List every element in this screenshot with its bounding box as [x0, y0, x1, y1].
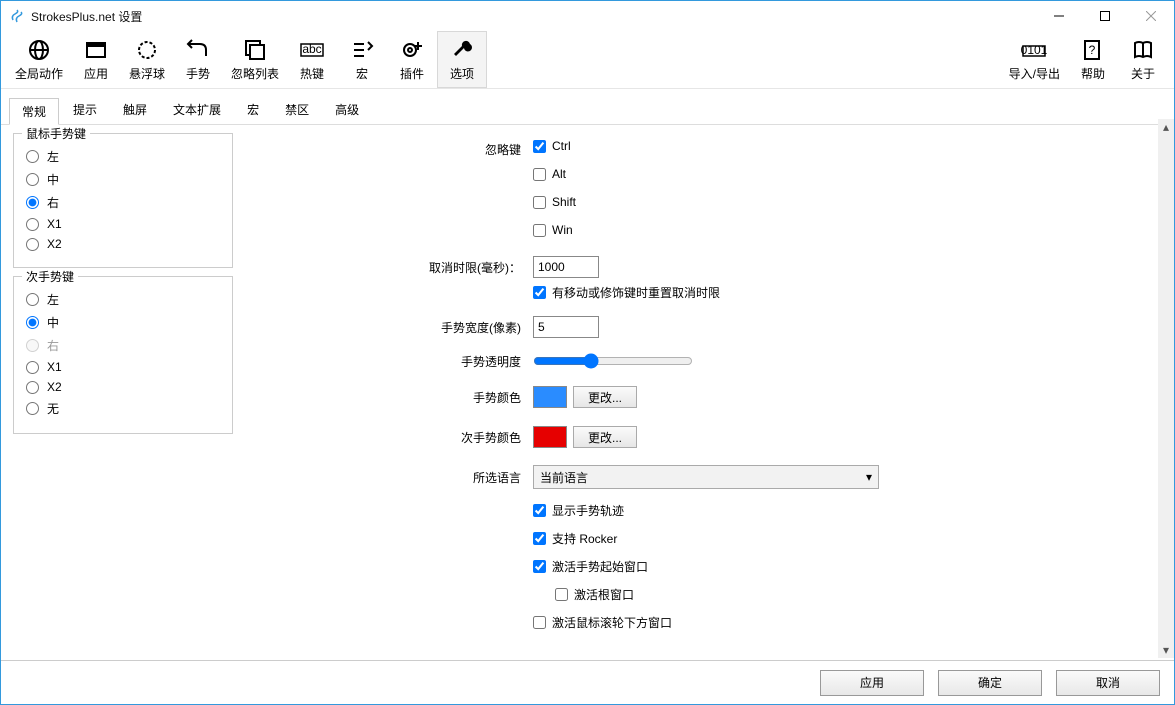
minimize-button[interactable] [1036, 1, 1082, 31]
window-title: StrokesPlus.net 设置 [31, 8, 1036, 25]
toolbar-float[interactable]: 悬浮球 [121, 31, 173, 88]
tab-macro[interactable]: 宏 [235, 97, 271, 124]
tab-general[interactable]: 常规 [9, 98, 59, 125]
primary-x2[interactable]: X2 [26, 237, 220, 251]
cancel-timeout-input[interactable] [533, 256, 599, 278]
tab-forbid[interactable]: 禁区 [273, 97, 321, 124]
toolbar-about[interactable]: 关于 [1118, 31, 1168, 88]
book-icon [1129, 37, 1157, 63]
toolbar-help[interactable]: ?帮助 [1068, 31, 1118, 88]
app-icon [9, 8, 25, 24]
secondary-left[interactable]: 左 [26, 291, 220, 308]
abc-icon: abc [298, 37, 326, 63]
secondary-none[interactable]: 无 [26, 400, 220, 417]
primary-left[interactable]: 左 [26, 148, 220, 165]
apply-button[interactable]: 应用 [820, 670, 924, 696]
change-color2-button[interactable]: 更改... [573, 426, 637, 448]
rocker-check[interactable]: 支持 Rocker [533, 530, 617, 547]
scroll-up-icon[interactable]: ▴ [1158, 119, 1174, 135]
maximize-button[interactable] [1082, 1, 1128, 31]
svg-text:?: ? [1089, 43, 1096, 57]
toolbar-hotkeys[interactable]: abc热键 [287, 31, 337, 88]
toolbar-options[interactable]: 选项 [437, 31, 487, 88]
stack-icon [241, 37, 269, 63]
wrench-icon [448, 37, 476, 63]
alt-check[interactable]: Alt [533, 167, 566, 181]
help-icon: ? [1079, 37, 1107, 63]
primary-right[interactable]: 右 [26, 194, 220, 211]
scrollbar[interactable]: ▴ ▾ [1158, 119, 1174, 658]
io-icon: 0101 [1020, 37, 1048, 63]
gesture-width-input[interactable] [533, 316, 599, 338]
toolbar-apps[interactable]: 应用 [71, 31, 121, 88]
sec-color-label: 次手势颜色 [403, 429, 533, 446]
gesture-width-label: 手势宽度(像素) [403, 319, 533, 336]
window-icon [82, 37, 110, 63]
scroll-down-icon[interactable]: ▾ [1158, 642, 1174, 658]
footer: 应用 确定 取消 [1, 660, 1174, 704]
secondary-middle[interactable]: 中 [26, 314, 220, 331]
svg-text:abc: abc [302, 42, 321, 56]
activate-start-check[interactable]: 激活手势起始窗口 [533, 558, 648, 575]
ctrl-check[interactable]: Ctrl [533, 139, 571, 153]
change-color1-button[interactable]: 更改... [573, 386, 637, 408]
globe-icon [25, 37, 53, 63]
primary-x1[interactable]: X1 [26, 217, 220, 231]
show-trail-check[interactable]: 显示手势轨迹 [533, 502, 624, 519]
reset-on-move-check[interactable]: 有移动或修饰键时重置取消时限 [533, 284, 720, 301]
gear-plus-icon [398, 37, 426, 63]
cancel-timeout-label: 取消时限(毫秒)： [403, 259, 533, 276]
circle-dots-icon [133, 37, 161, 63]
activate-root-check[interactable]: 激活根窗口 [555, 586, 634, 603]
tab-hints[interactable]: 提示 [61, 97, 109, 124]
svg-text:0101: 0101 [1021, 43, 1048, 57]
undo-icon [184, 37, 212, 63]
secondary-group: 次手势键 左 中 右 X1 X2 无 [13, 276, 233, 434]
secondary-x2[interactable]: X2 [26, 380, 220, 394]
gesture-opacity-label: 手势透明度 [403, 353, 533, 370]
cancel-button[interactable]: 取消 [1056, 670, 1160, 696]
toolbar: 全局动作 应用 悬浮球 手势 忽略列表 abc热键 宏 插件 选项 0101导入… [1, 31, 1174, 89]
color2-swatch [533, 426, 567, 448]
toolbar-gestures[interactable]: 手势 [173, 31, 223, 88]
opacity-slider[interactable] [533, 353, 693, 369]
language-label: 所选语言 [403, 469, 533, 486]
ignore-key-label: 忽略键 [403, 141, 533, 158]
toolbar-plugins[interactable]: 插件 [387, 31, 437, 88]
toolbar-global[interactable]: 全局动作 [7, 31, 71, 88]
tab-advanced[interactable]: 高级 [323, 97, 371, 124]
toolbar-macros[interactable]: 宏 [337, 31, 387, 88]
secondary-right: 右 [26, 337, 220, 354]
tab-touch[interactable]: 触屏 [111, 97, 159, 124]
primary-middle[interactable]: 中 [26, 171, 220, 188]
ok-button[interactable]: 确定 [938, 670, 1042, 696]
win-check[interactable]: Win [533, 223, 573, 237]
shift-check[interactable]: Shift [533, 195, 576, 209]
titlebar: StrokesPlus.net 设置 [1, 1, 1174, 31]
chevron-down-icon: ▾ [866, 470, 872, 484]
primary-group-title: 鼠标手势键 [22, 125, 90, 142]
close-button[interactable] [1128, 1, 1174, 31]
secondary-x1[interactable]: X1 [26, 360, 220, 374]
primary-group: 鼠标手势键 左 中 右 X1 X2 [13, 133, 233, 268]
tabstrip: 常规 提示 触屏 文本扩展 宏 禁区 高级 [1, 95, 1174, 125]
language-select[interactable]: 当前语言▾ [533, 465, 879, 489]
macro-icon [348, 37, 376, 63]
toolbar-ignore[interactable]: 忽略列表 [223, 31, 287, 88]
secondary-group-title: 次手势键 [22, 268, 78, 285]
activate-wheel-check[interactable]: 激活鼠标滚轮下方窗口 [533, 614, 672, 631]
gesture-color-label: 手势颜色 [403, 389, 533, 406]
toolbar-importexport[interactable]: 0101导入/导出 [1001, 31, 1068, 88]
color1-swatch [533, 386, 567, 408]
tab-textexp[interactable]: 文本扩展 [161, 97, 233, 124]
